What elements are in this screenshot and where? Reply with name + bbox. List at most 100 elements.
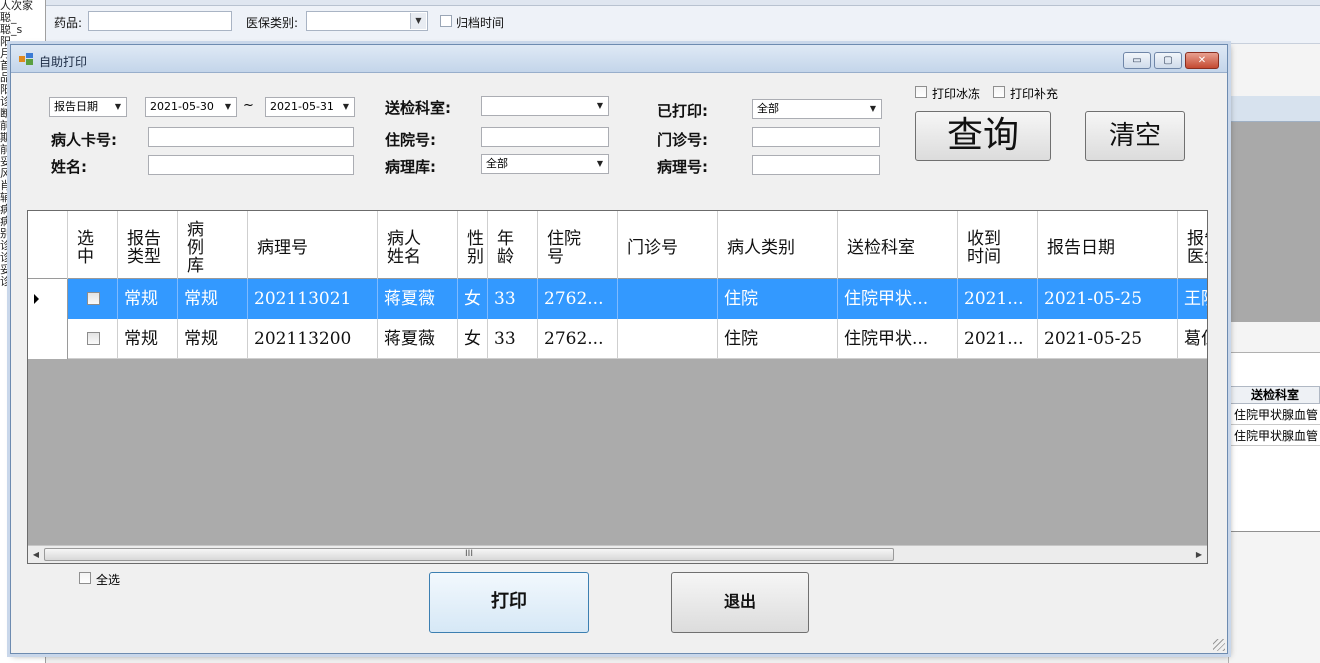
- column-header[interactable]: 送检科室: [838, 211, 958, 279]
- column-header[interactable]: 病例库: [178, 211, 248, 279]
- column-header[interactable]: 病人类别: [718, 211, 838, 279]
- table-cell[interactable]: [618, 279, 718, 319]
- row-select-checkbox[interactable]: [87, 292, 100, 305]
- dialog-titlebar[interactable]: 自助打印 ▭ ▢ ✕: [11, 45, 1227, 73]
- table-cell[interactable]: 葛仁: [1178, 319, 1207, 359]
- column-header[interactable]: 门诊号: [618, 211, 718, 279]
- current-row-indicator-icon[interactable]: [28, 279, 68, 319]
- background-insurance-combo[interactable]: ▼: [306, 11, 428, 31]
- chevron-down-icon: ▼: [596, 159, 604, 168]
- patient-card-label: 病人卡号:: [51, 131, 117, 149]
- column-header-text: 收到: [967, 229, 1001, 249]
- table-cell[interactable]: 2762...: [538, 279, 618, 319]
- table-cell[interactable]: 2762...: [538, 319, 618, 359]
- print-frozen-checkbox[interactable]: [915, 86, 927, 98]
- date-type-combo[interactable]: 报告日期 ▼: [49, 97, 127, 117]
- select-all-label: 全选: [96, 573, 121, 587]
- column-header[interactable]: 报告医生: [1178, 211, 1207, 279]
- column-header-text: 姓名: [387, 247, 421, 267]
- table-row[interactable]: 常规 常规 202113021 蒋夏薇女 33 2762... 住院 住院甲状... 2021.…: [28, 279, 1207, 319]
- exit-button[interactable]: 退出: [671, 572, 809, 633]
- table-cell[interactable]: 2021...: [958, 279, 1038, 319]
- clear-button[interactable]: 清空: [1085, 111, 1185, 161]
- print-button[interactable]: 打印: [429, 572, 589, 633]
- column-header-text: 中: [77, 247, 94, 267]
- table-cell[interactable]: 常规: [178, 319, 248, 359]
- table-cell[interactable]: 2021-05-25: [1038, 319, 1178, 359]
- resize-grip-icon[interactable]: [1213, 639, 1225, 651]
- pathology-lib-value: 全部: [486, 157, 508, 170]
- background-insurance-label: 医保类别:: [246, 16, 299, 30]
- table-cell[interactable]: [618, 319, 718, 359]
- printed-combo[interactable]: 全部 ▼: [752, 99, 882, 119]
- column-header[interactable]: 选中: [68, 211, 118, 279]
- scrollbar-thumb[interactable]: III: [44, 548, 894, 561]
- minimize-button[interactable]: ▭: [1123, 52, 1151, 69]
- date-to-picker[interactable]: 2021-05-31 ▼: [265, 97, 355, 117]
- table-cell[interactable]: 住院甲状...: [838, 319, 958, 359]
- table-cell[interactable]: 33: [488, 279, 538, 319]
- background-right-cell[interactable]: 住院甲状腺血管: [1230, 405, 1320, 425]
- row-header[interactable]: [28, 319, 68, 359]
- results-grid[interactable]: 选中报告 类型病例库病理号 病人 姓名性别年龄住院号门诊号 病人类别 送检科室 收到 时间 报告…: [27, 210, 1208, 564]
- table-cell[interactable]: 常规: [118, 279, 178, 319]
- table-cell[interactable]: 女: [458, 279, 488, 319]
- table-row[interactable]: 常规 常规 202113200 蒋夏薇女 33 2762... 住院 住院甲状... 2021.…: [28, 319, 1207, 359]
- date-from-value: 2021-05-30: [150, 100, 214, 113]
- table-cell[interactable]: 王院: [1178, 279, 1207, 319]
- background-archive-checkbox[interactable]: [440, 15, 452, 27]
- select-all-checkbox[interactable]: [79, 572, 91, 584]
- row-select-checkbox[interactable]: [87, 332, 100, 345]
- column-header[interactable]: 性别: [458, 211, 488, 279]
- horizontal-scrollbar[interactable]: ◀ III ▶: [28, 545, 1207, 563]
- scroll-left-icon[interactable]: ◀: [30, 548, 42, 561]
- background-filter-bar: 药品: 医保类别: ▼ 归档时间: [46, 0, 1320, 44]
- inpatient-no-input[interactable]: [481, 127, 609, 147]
- grid-header: 选中报告 类型病例库病理号 病人 姓名性别年龄住院号门诊号 病人类别 送检科室 收到 时间 报告…: [28, 211, 1207, 279]
- table-cell[interactable]: 蒋夏薇: [378, 319, 458, 359]
- column-header-text: 号: [547, 247, 564, 267]
- column-header-text: 病理号: [257, 238, 308, 258]
- background-drug-input[interactable]: [88, 11, 232, 31]
- print-supplement-checkbox[interactable]: [993, 86, 1005, 98]
- close-button[interactable]: ✕: [1185, 52, 1219, 69]
- table-cell[interactable]: 常规: [118, 319, 178, 359]
- date-from-picker[interactable]: 2021-05-30 ▼: [145, 97, 237, 117]
- table-cell[interactable]: 女: [458, 319, 488, 359]
- name-input[interactable]: [148, 155, 354, 175]
- send-dept-label: 送检科室:: [385, 99, 451, 117]
- outpatient-no-input[interactable]: [752, 127, 880, 147]
- table-cell[interactable]: 住院甲状...: [838, 279, 958, 319]
- column-header[interactable]: 病理号: [248, 211, 378, 279]
- table-cell[interactable]: 33: [488, 319, 538, 359]
- app-icon: [19, 53, 33, 65]
- row-select-cell[interactable]: [68, 319, 118, 359]
- table-cell[interactable]: 住院: [718, 319, 838, 359]
- column-header-text: 选: [77, 229, 94, 249]
- pathology-lib-combo[interactable]: 全部 ▼: [481, 154, 609, 174]
- maximize-button[interactable]: ▢: [1154, 52, 1182, 69]
- query-button[interactable]: 查询: [915, 111, 1051, 161]
- column-header[interactable]: 报告 类型: [118, 211, 178, 279]
- table-cell[interactable]: 蒋夏薇: [378, 279, 458, 319]
- pathology-no-input[interactable]: [752, 155, 880, 175]
- background-right-cell[interactable]: 住院甲状腺血管: [1230, 426, 1320, 446]
- table-cell[interactable]: 住院: [718, 279, 838, 319]
- scroll-right-icon[interactable]: ▶: [1193, 548, 1205, 561]
- table-cell[interactable]: 202113021: [248, 279, 378, 319]
- column-header[interactable]: 报告日期: [1038, 211, 1178, 279]
- column-header[interactable]: 年龄: [488, 211, 538, 279]
- background-right-column-header[interactable]: 送检科室: [1230, 386, 1320, 404]
- table-cell[interactable]: 2021-05-25: [1038, 279, 1178, 319]
- column-header[interactable]: 病人 姓名: [378, 211, 458, 279]
- table-cell[interactable]: 常规: [178, 279, 248, 319]
- table-cell[interactable]: 2021...: [958, 319, 1038, 359]
- column-header[interactable]: 收到 时间: [958, 211, 1038, 279]
- print-supplement-label: 打印补充: [1010, 87, 1059, 101]
- table-cell[interactable]: 202113200: [248, 319, 378, 359]
- column-header[interactable]: 住院号: [538, 211, 618, 279]
- patient-card-input[interactable]: [148, 127, 354, 147]
- send-dept-combo[interactable]: ▼: [481, 96, 609, 116]
- row-select-cell[interactable]: [68, 279, 118, 319]
- column-header-text: 送检科室: [847, 238, 915, 258]
